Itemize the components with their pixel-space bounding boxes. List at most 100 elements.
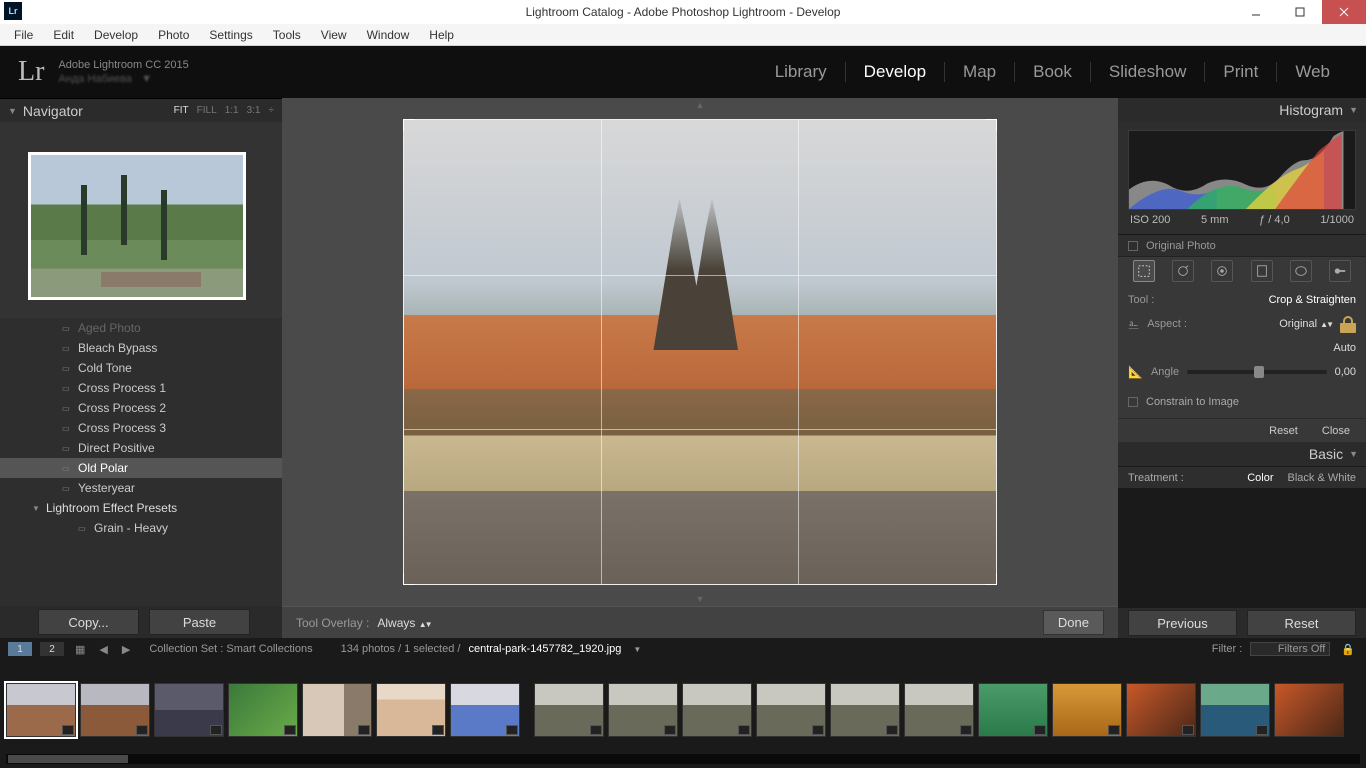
treatment-bw[interactable]: Black & White — [1288, 472, 1356, 484]
filmstrip-thumb[interactable] — [978, 683, 1048, 737]
close-button[interactable] — [1322, 0, 1366, 24]
zoom-1to1[interactable]: 1:1 — [225, 105, 239, 116]
menu-view[interactable]: View — [311, 25, 357, 45]
copy-button[interactable]: Copy... — [38, 609, 139, 635]
navigator-header[interactable]: ▼ Navigator FIT FILL 1:1 3:1 ÷ — [0, 98, 282, 122]
treatment-color[interactable]: Color — [1247, 472, 1273, 484]
minimize-button[interactable] — [1234, 0, 1278, 24]
lock-icon[interactable] — [1340, 315, 1356, 333]
filmstrip-thumb[interactable] — [682, 683, 752, 737]
brush-tool-icon[interactable] — [1329, 260, 1351, 282]
crop-tool-icon[interactable] — [1133, 260, 1155, 282]
zoom-fill[interactable]: FILL — [197, 105, 217, 116]
module-library[interactable]: Library — [757, 62, 846, 82]
preset-item[interactable]: Cold Tone — [0, 358, 282, 378]
filmstrip-thumb[interactable] — [80, 683, 150, 737]
menu-edit[interactable]: Edit — [43, 25, 84, 45]
filmstrip-thumb[interactable] — [608, 683, 678, 737]
constrain-checkbox[interactable] — [1128, 397, 1138, 407]
filmstrip-thumb[interactable] — [376, 683, 446, 737]
menu-file[interactable]: File — [4, 25, 43, 45]
current-filename[interactable]: central-park-1457782_1920.jpg — [468, 643, 621, 655]
filmstrip-scrollbar[interactable] — [6, 754, 1360, 764]
preset-item[interactable]: Yesteryear — [0, 478, 282, 498]
tool-reset-button[interactable]: Reset — [1269, 425, 1298, 437]
aspect-icon[interactable]: ⎁ — [1128, 316, 1139, 333]
collection-source[interactable]: Collection Set : Smart Collections — [149, 643, 312, 655]
histogram-panel[interactable]: ISO 200 5 mm ƒ / 4,0 1/1000 — [1118, 122, 1366, 234]
done-button[interactable]: Done — [1043, 610, 1104, 635]
zoom-more-icon[interactable]: ÷ — [269, 105, 275, 116]
next-photo-icon[interactable]: ▶ — [119, 643, 133, 656]
spot-tool-icon[interactable] — [1172, 260, 1194, 282]
zoom-3to1[interactable]: 3:1 — [247, 105, 261, 116]
crop-handle-tl[interactable] — [403, 119, 415, 131]
module-develop[interactable]: Develop — [846, 62, 945, 82]
grid-view-icon[interactable]: ▦ — [72, 643, 88, 656]
filmstrip-thumb[interactable] — [228, 683, 298, 737]
filename-menu-icon[interactable]: ▼ — [633, 645, 641, 654]
filmstrip-thumb[interactable] — [6, 683, 76, 737]
filmstrip-thumb[interactable] — [154, 683, 224, 737]
crop-handle-br[interactable] — [985, 573, 997, 585]
preset-item-selected[interactable]: Old Polar — [0, 458, 282, 478]
angle-value[interactable]: 0,00 — [1335, 366, 1356, 378]
module-book[interactable]: Book — [1015, 62, 1091, 82]
angle-icon[interactable]: 📐 — [1128, 365, 1143, 379]
aspect-dropdown[interactable]: Original ▲▼ — [1279, 318, 1332, 330]
module-print[interactable]: Print — [1205, 62, 1277, 82]
preset-item[interactable]: Bleach Bypass — [0, 338, 282, 358]
filmstrip-thumb[interactable] — [830, 683, 900, 737]
filmstrip-thumb[interactable] — [1052, 683, 1122, 737]
maximize-button[interactable] — [1278, 0, 1322, 24]
radial-tool-icon[interactable] — [1290, 260, 1312, 282]
menu-settings[interactable]: Settings — [199, 25, 262, 45]
filmstrip-thumb[interactable] — [1200, 683, 1270, 737]
preset-item[interactable]: Direct Positive — [0, 438, 282, 458]
angle-slider[interactable] — [1187, 370, 1326, 374]
filmstrip-thumb[interactable] — [302, 683, 372, 737]
menu-window[interactable]: Window — [357, 25, 420, 45]
filmstrip-thumb[interactable] — [1274, 683, 1344, 737]
preset-item[interactable]: Cross Process 2 — [0, 398, 282, 418]
second-window-switch[interactable]: 2 — [40, 642, 64, 656]
histogram-header[interactable]: Histogram ▼ — [1118, 98, 1366, 122]
preset-item[interactable]: Grain - Heavy — [0, 518, 282, 538]
preset-folder[interactable]: Lightroom Effect Presets — [0, 498, 282, 518]
filmstrip[interactable] — [0, 660, 1366, 754]
previous-button[interactable]: Previous — [1128, 610, 1237, 636]
filmstrip-thumb[interactable] — [534, 683, 604, 737]
menu-help[interactable]: Help — [419, 25, 464, 45]
preset-item[interactable]: Cross Process 1 — [0, 378, 282, 398]
preset-item[interactable]: Aged Photo — [0, 318, 282, 338]
gradient-tool-icon[interactable] — [1251, 260, 1273, 282]
prev-photo-icon[interactable]: ◀ — [96, 643, 110, 656]
checkbox-icon[interactable] — [1128, 241, 1138, 251]
filter-lock-icon[interactable]: 🔒 — [1338, 643, 1358, 656]
tooloverlay-value[interactable]: Always ▲▼ — [377, 616, 430, 630]
menu-tools[interactable]: Tools — [263, 25, 311, 45]
filter-dropdown[interactable]: Filters Off — [1250, 642, 1330, 656]
navigator-preview[interactable] — [0, 122, 282, 318]
original-photo-toggle[interactable]: Original Photo — [1118, 234, 1366, 256]
filmstrip-thumb[interactable] — [756, 683, 826, 737]
reset-button[interactable]: Reset — [1247, 610, 1356, 636]
crop-handle-tr[interactable] — [985, 119, 997, 131]
zoom-fit[interactable]: FIT — [174, 105, 189, 116]
main-window-switch[interactable]: 1 — [8, 642, 32, 656]
crop-handle-bl[interactable] — [403, 573, 415, 585]
module-slideshow[interactable]: Slideshow — [1091, 62, 1206, 82]
tool-close-button[interactable]: Close — [1322, 425, 1350, 437]
module-web[interactable]: Web — [1277, 62, 1348, 82]
basic-panel-header[interactable]: Basic ▼ — [1118, 442, 1366, 466]
redeye-tool-icon[interactable] — [1211, 260, 1233, 282]
collapse-bottom-icon[interactable]: ▼ — [696, 594, 705, 604]
filmstrip-thumb[interactable] — [904, 683, 974, 737]
filmstrip-thumb[interactable] — [450, 683, 520, 737]
preset-item[interactable]: Cross Process 3 — [0, 418, 282, 438]
paste-button[interactable]: Paste — [149, 609, 250, 635]
module-map[interactable]: Map — [945, 62, 1015, 82]
menu-photo[interactable]: Photo — [148, 25, 199, 45]
filmstrip-thumb[interactable] — [1126, 683, 1196, 737]
main-photo[interactable] — [404, 120, 996, 584]
